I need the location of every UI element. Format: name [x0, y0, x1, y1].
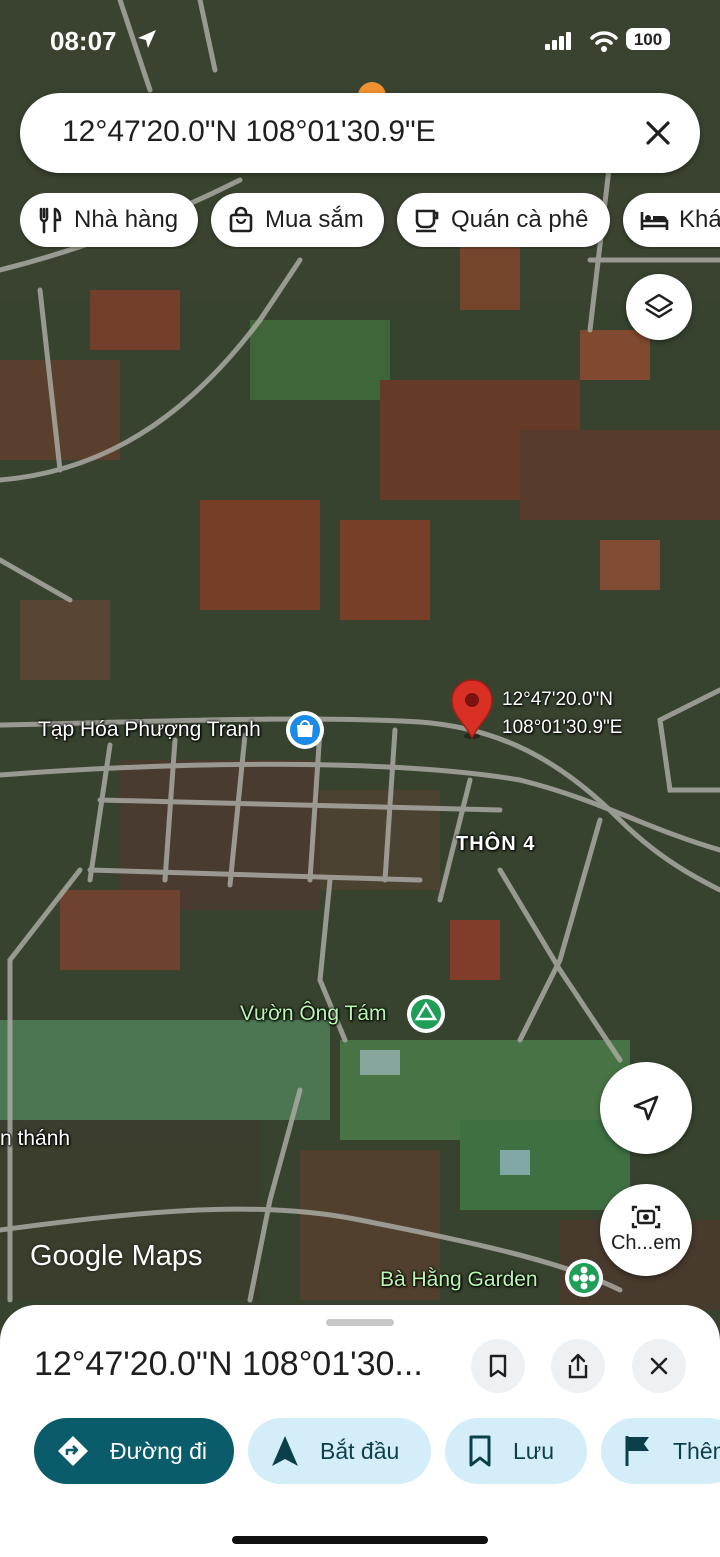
chip-restaurants[interactable]: Nhà hàng: [20, 193, 198, 247]
close-sheet-button[interactable]: [632, 1339, 686, 1393]
cellular-signal-icon: [545, 32, 571, 50]
action-label: Thêm: [673, 1437, 720, 1464]
shop-marker-icon[interactable]: [286, 711, 324, 749]
battery-indicator: 100: [626, 28, 670, 50]
status-time: 08:07: [50, 26, 117, 56]
chip-label: Nhà hàng: [74, 206, 179, 233]
navigation-arrow-icon: [633, 1095, 659, 1121]
restaurant-icon: [39, 207, 62, 234]
share-button[interactable]: [551, 1339, 605, 1393]
my-location-button[interactable]: [600, 1062, 692, 1154]
search-query[interactable]: 12°47'20.0"N 108°01'30.9"E: [62, 115, 436, 149]
action-buttons: Đường đi Bắt đầu Lưu Thêm: [34, 1418, 720, 1488]
coffee-icon: [415, 209, 439, 233]
bookmark-icon: [489, 1354, 507, 1378]
pin-lat: 12°47'20.0"N: [502, 689, 613, 710]
search-bar[interactable]: 12°47'20.0"N 108°01'30.9"E: [20, 93, 700, 173]
chip-hotels[interactable]: Khác: [623, 193, 720, 247]
google-maps-attribution: Google Maps: [30, 1240, 203, 1272]
flag-icon: [625, 1436, 649, 1466]
close-icon: [650, 1357, 668, 1375]
action-label: Đường đi: [110, 1437, 207, 1464]
status-bar: 08:07 100: [0, 0, 720, 80]
bed-icon: [640, 212, 669, 230]
place-title: 12°47'20.0"N 108°01'30...: [34, 1345, 423, 1383]
directions-icon: [58, 1436, 88, 1466]
layers-button[interactable]: [626, 274, 692, 340]
chip-label: Khác: [679, 206, 720, 233]
category-chips: Nhà hàng Mua sắm Quán cà phê Khác: [20, 193, 720, 249]
home-indicator[interactable]: [232, 1536, 488, 1544]
place-bottom-sheet[interactable]: 12°47'20.0"N 108°01'30... Đường đi Bắt đ…: [0, 1305, 720, 1557]
lens-button[interactable]: Ch...em: [600, 1184, 692, 1276]
garden-marker-icon[interactable]: [565, 1259, 603, 1297]
clear-search-icon[interactable]: [640, 115, 676, 151]
park-marker-icon[interactable]: [407, 995, 445, 1033]
village-label: THÔN 4: [456, 833, 536, 855]
chip-label: Mua sắm: [265, 206, 364, 233]
poi-label-church[interactable]: n thánh: [0, 1127, 70, 1151]
chip-cafes[interactable]: Quán cà phê: [397, 193, 610, 247]
wifi-icon: [590, 31, 618, 52]
chip-shopping[interactable]: Mua sắm: [211, 193, 384, 247]
layers-icon: [644, 293, 674, 319]
bookmark-icon: [469, 1435, 491, 1467]
save-icon-button[interactable]: [471, 1339, 525, 1393]
action-label: Bắt đầu: [320, 1437, 400, 1464]
camera-lens-icon: [631, 1205, 661, 1228]
more-button[interactable]: Thêm: [601, 1418, 720, 1484]
save-button[interactable]: Lưu: [445, 1418, 587, 1484]
poi-label-ba-hang-garden[interactable]: Bà Hằng Garden: [380, 1268, 538, 1292]
sheet-drag-handle[interactable]: [326, 1319, 394, 1326]
action-label: Lưu: [513, 1437, 554, 1464]
pin-lng: 108°01'30.9"E: [502, 717, 623, 738]
start-button[interactable]: Bắt đầu: [248, 1418, 431, 1484]
dropped-pin-label: 12°47'20.0"N 108°01'30.9"E: [502, 686, 622, 742]
poi-label-garden[interactable]: Vườn Ông Tám: [240, 1002, 387, 1026]
lens-label: Ch...em: [610, 1231, 682, 1254]
directions-button[interactable]: Đường đi: [34, 1418, 234, 1484]
shopping-bag-icon: [229, 206, 253, 233]
poi-label-shop[interactable]: Tạp Hóa Phượng Tranh: [38, 718, 261, 742]
share-icon: [568, 1353, 588, 1379]
chip-label: Quán cà phê: [451, 206, 589, 233]
location-arrow-icon: [138, 30, 156, 48]
navigation-arrow-icon: [272, 1436, 298, 1466]
